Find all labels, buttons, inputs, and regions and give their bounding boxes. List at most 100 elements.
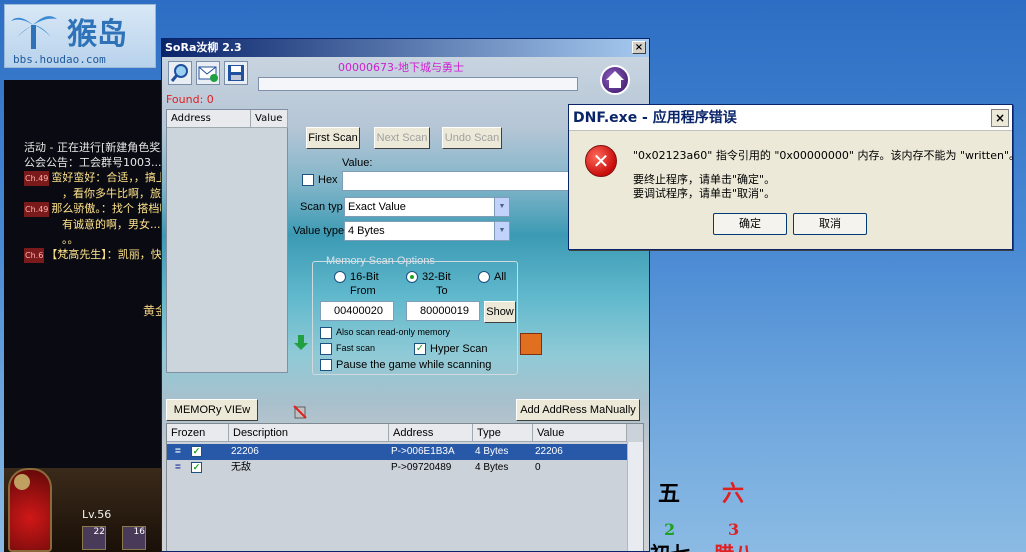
column-header-value[interactable]: Value xyxy=(251,110,288,128)
chevron-down-icon: ▼ xyxy=(494,222,509,240)
close-button[interactable]: × xyxy=(991,109,1009,127)
row-type: 4 Bytes xyxy=(475,462,509,473)
value-input[interactable] xyxy=(342,171,570,191)
memory-view-button[interactable]: MEMORy VIEw xyxy=(166,399,258,421)
column-header-value[interactable]: Value xyxy=(533,424,627,442)
hex-label: Hex xyxy=(318,174,338,186)
next-scan-button[interactable]: Next Scan xyxy=(374,127,430,149)
radio-32bit-label: 32-Bit xyxy=(422,271,451,283)
fast-scan-checkbox[interactable] xyxy=(320,343,332,355)
radio-32bit[interactable] xyxy=(406,271,418,283)
memory-scan-options-title: Memory Scan Options xyxy=(326,255,435,267)
first-scan-button[interactable]: First Scan xyxy=(306,127,360,149)
calendar-numeral: 五 xyxy=(658,481,681,507)
row-value: 22206 xyxy=(535,446,563,457)
email-button[interactable] xyxy=(196,61,220,85)
to-label: To xyxy=(436,285,448,297)
envelope-icon xyxy=(198,66,218,82)
home-button[interactable] xyxy=(600,65,630,95)
logo-brand: 猴岛 xyxy=(67,17,127,52)
floppy-disk-icon xyxy=(228,65,244,81)
add-address-manually-button[interactable]: Add AddRess MaNually xyxy=(516,399,640,421)
open-process-button[interactable] xyxy=(168,61,192,85)
value-label: Value: xyxy=(342,157,373,169)
frozen-checkbox[interactable]: ✓ xyxy=(191,446,202,457)
row-description: 无敌 xyxy=(231,462,251,473)
skill-slot[interactable]: 22 xyxy=(82,526,106,550)
fast-scan-label: Fast scan xyxy=(336,343,376,353)
undo-scan-button[interactable]: Undo Scan xyxy=(442,127,502,149)
error-instruction-debug: 要调试程序，请单击"取消"。 xyxy=(633,187,776,200)
column-header-type[interactable]: Type xyxy=(473,424,533,442)
scan-type-label: Scan typ xyxy=(300,201,343,213)
home-icon xyxy=(606,71,624,88)
radio-all-label: All xyxy=(494,271,507,283)
vertical-scrollbar[interactable] xyxy=(627,442,643,551)
readonly-checkbox[interactable] xyxy=(320,327,332,339)
radio-16bit[interactable] xyxy=(334,271,346,283)
skill-slot[interactable]: 16 xyxy=(122,526,146,550)
channel-badge: Ch.49 xyxy=(24,171,50,186)
settings-icon[interactable] xyxy=(520,333,542,355)
readonly-label: Also scan read-only memory xyxy=(336,327,451,337)
delete-icon[interactable] xyxy=(292,403,308,419)
level-label: Lv.56 xyxy=(82,508,112,521)
from-address-input[interactable]: 00400020 xyxy=(320,301,394,321)
column-header-address[interactable]: Address xyxy=(389,424,473,442)
column-header-frozen[interactable]: Frozen xyxy=(167,424,229,442)
window-titlebar[interactable]: SoRa汝柳 2.3 × xyxy=(162,39,649,57)
hex-checkbox[interactable] xyxy=(302,174,314,186)
column-header-address[interactable]: Address xyxy=(167,110,251,128)
progress-bar xyxy=(258,77,578,91)
radio-16bit-label: 16-Bit xyxy=(350,271,379,283)
radio-all[interactable] xyxy=(478,271,490,283)
channel-badge: Ch.49 xyxy=(24,202,50,217)
found-count: Found: 0 xyxy=(166,93,214,106)
row-type: 4 Bytes xyxy=(475,446,509,457)
game-hud: Lv.56 22 16 xyxy=(4,468,164,552)
channel-badge: Ch.6 xyxy=(24,248,45,263)
column-header-description[interactable]: Description xyxy=(229,424,389,442)
scan-results-list[interactable]: Address Value xyxy=(166,109,288,373)
to-address-input[interactable]: 80000019 xyxy=(406,301,480,321)
calendar-numeral: 3 xyxy=(728,520,740,539)
scan-type-select[interactable]: Exact Value ▼ xyxy=(344,197,510,217)
table-row[interactable]: = ✓ 无敌 P->09720489 4 Bytes 0 xyxy=(167,460,627,476)
houdao-logo: 猴岛 bbs.houdao.com xyxy=(4,4,156,68)
arrow-down-icon[interactable] xyxy=(294,335,308,351)
process-name: 00000673-地下城与勇士 xyxy=(338,61,464,74)
error-icon: ✕ xyxy=(585,145,617,177)
palm-tree-icon xyxy=(11,16,57,49)
compass-icon[interactable] xyxy=(14,474,30,490)
close-button[interactable]: × xyxy=(632,41,646,54)
address-list[interactable]: Frozen Description Address Type Value = … xyxy=(166,423,644,551)
save-button[interactable] xyxy=(224,61,248,85)
magnifier-icon xyxy=(170,64,188,82)
pause-game-checkbox[interactable] xyxy=(320,359,332,371)
row-value: 0 xyxy=(535,462,541,473)
window-title: SoRa汝柳 2.3 xyxy=(165,41,242,54)
calendar-numeral: 2 xyxy=(664,520,676,539)
row-description: 22206 xyxy=(231,446,259,457)
calendar-numeral: 初七 xyxy=(650,538,690,552)
show-button[interactable]: Show xyxy=(484,301,516,323)
value-type-select[interactable]: 4 Bytes ▼ xyxy=(344,221,510,241)
pause-game-label: Pause the game while scanning xyxy=(336,359,492,371)
table-row[interactable]: = ✓ 22206 P->006E1B3A 4 Bytes 22206 xyxy=(167,444,627,460)
hyper-scan-label: Hyper Scan xyxy=(430,343,488,355)
frozen-checkbox[interactable]: ✓ xyxy=(191,462,202,473)
value-type-label: Value type xyxy=(293,225,345,237)
row-address: P->09720489 xyxy=(391,462,452,473)
chevron-down-icon: ▼ xyxy=(494,198,509,216)
ok-button[interactable]: 确定 xyxy=(713,213,787,235)
row-address: P->006E1B3A xyxy=(391,446,455,457)
hyper-scan-checkbox[interactable]: ✓ xyxy=(414,343,426,355)
dialog-title[interactable]: DNF.exe - 应用程序错误 xyxy=(569,105,1012,131)
calendar-numeral: 六 xyxy=(722,481,745,507)
error-message: "0x02123a60" 指令引用的 "0x00000000" 内存。该内存不能… xyxy=(633,149,1021,162)
calendar-numeral: 腊八 xyxy=(714,538,754,552)
error-dialog: DNF.exe - 应用程序错误 × ✕ "0x02123a60" 指令引用的 … xyxy=(568,104,1020,250)
from-label: From xyxy=(350,285,376,297)
cancel-button[interactable]: 取消 xyxy=(793,213,867,235)
logo-url: bbs.houdao.com xyxy=(13,53,106,66)
